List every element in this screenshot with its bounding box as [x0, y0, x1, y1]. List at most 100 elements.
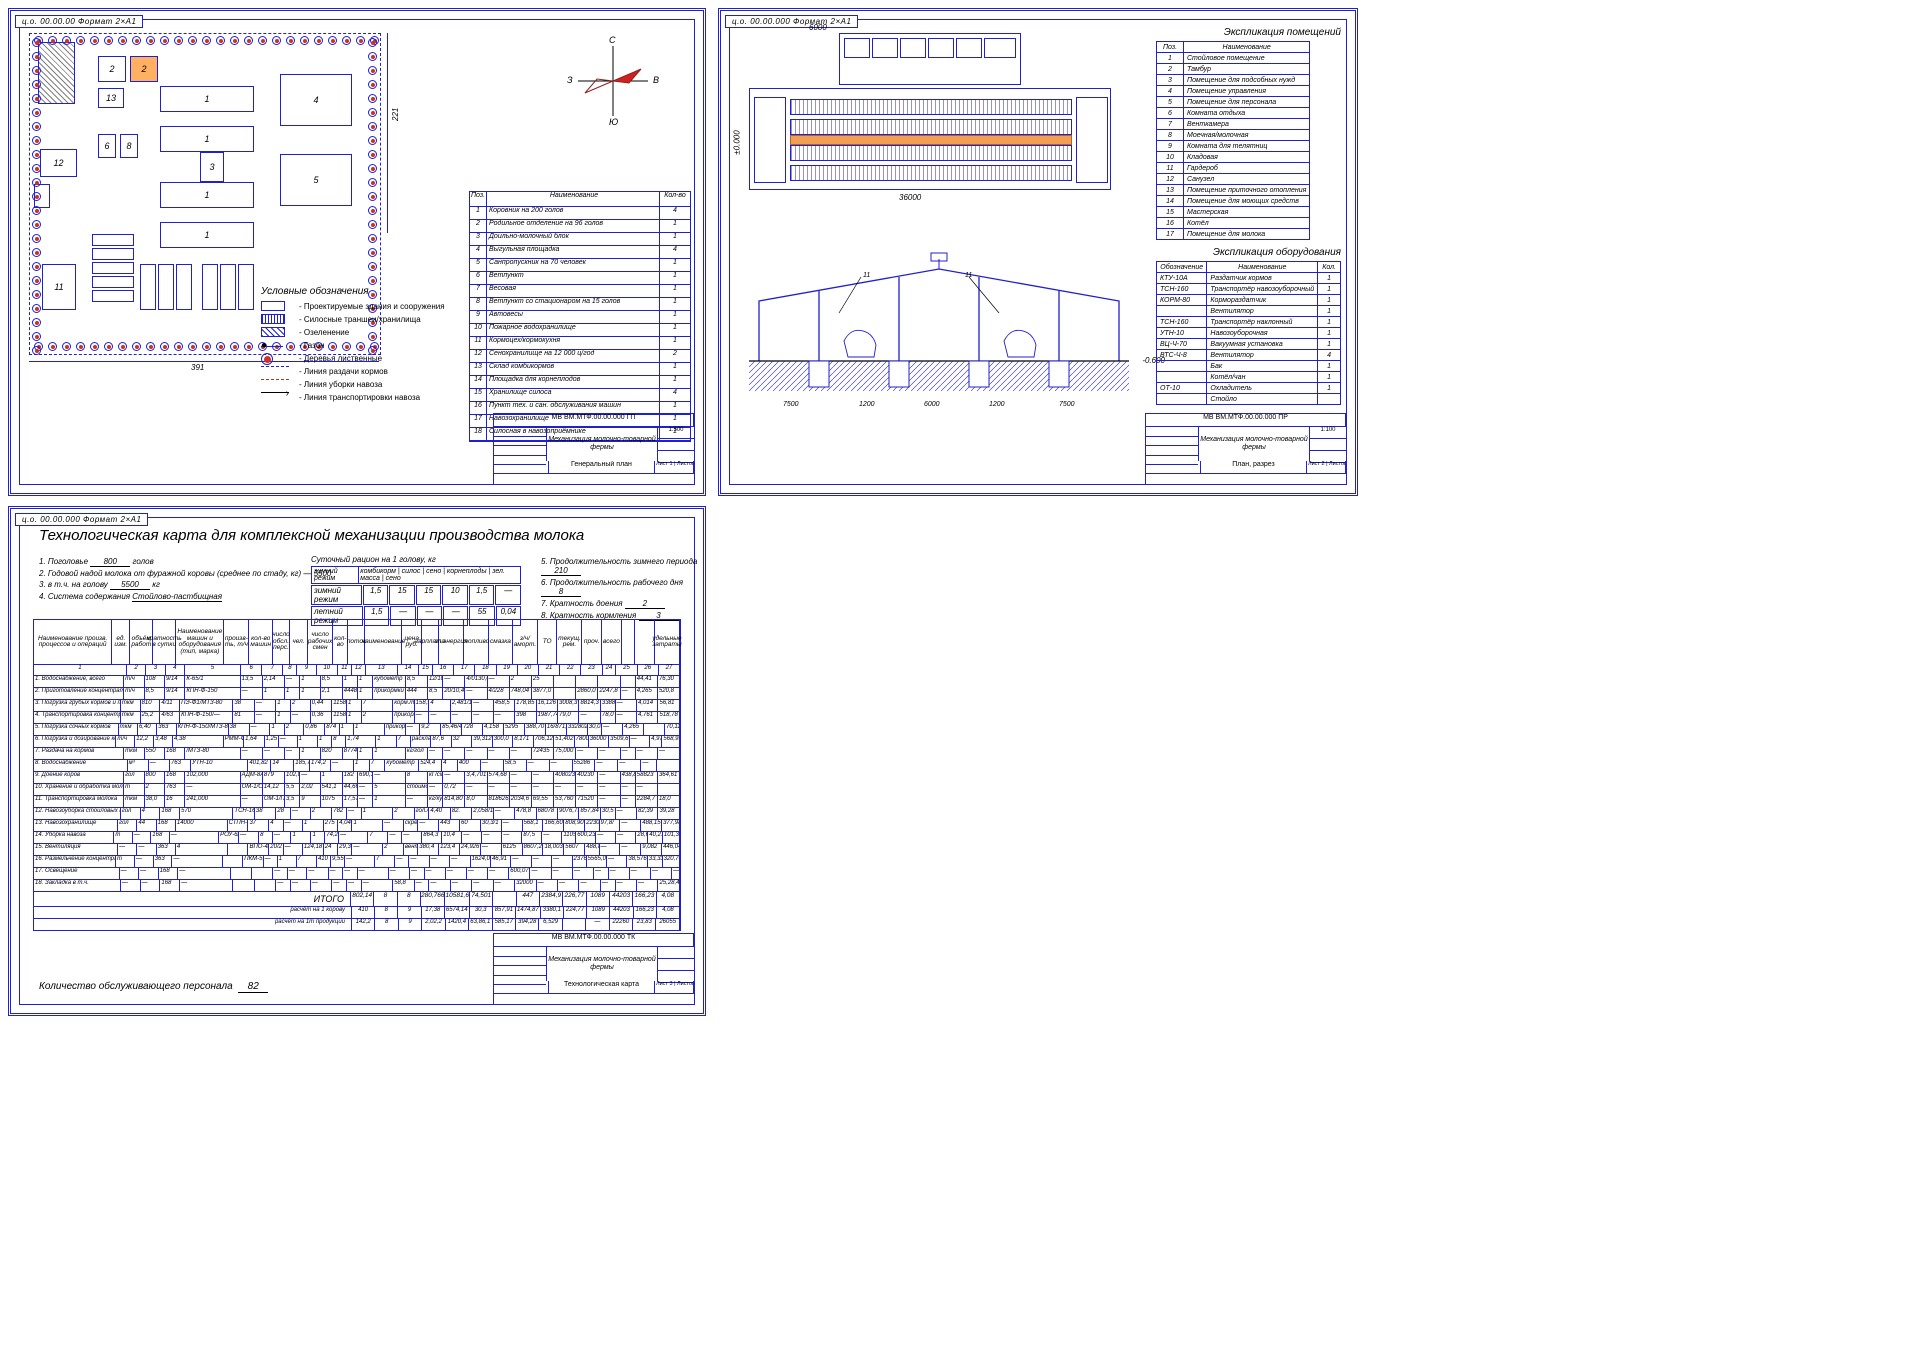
spec-row: 8Ветпункт со стационаром на 15 голов1 [470, 298, 690, 311]
tree-icon [174, 36, 183, 45]
legend-symbol: ● [261, 340, 293, 350]
col-num: 25 [616, 665, 637, 675]
silo-col-1 [140, 264, 156, 310]
total-cell: 802,14 [351, 892, 374, 906]
total-cell: 166,23 [633, 892, 656, 906]
table-row: 5. Погрузка сочных кормовткм6,40363КПН-Ф… [34, 724, 680, 736]
col-num: 3 [146, 665, 165, 675]
tree-icon [90, 36, 99, 45]
table-row: 16. Размельчение концентратовт—363—ПКМ-5… [34, 856, 680, 868]
table-row: 18. Закладка в т.ч.——168———————58,8—————… [34, 880, 680, 892]
equip-title: Экспликация оборудования [1156, 247, 1341, 258]
annex [839, 33, 1021, 85]
rooms-spec: Экспликация помещений Поз. Наименование … [1156, 27, 1341, 240]
tree-icon [32, 234, 41, 243]
col-num: 10 [317, 665, 338, 675]
tree-icon [368, 80, 377, 89]
legend-text: - Озеленение [299, 328, 349, 337]
spec-row: 4Выгульная площадка4 [470, 246, 690, 259]
table-row: 13. Навозохранилищегол4416814000СТПН-10/… [34, 820, 680, 832]
spec-row: 3Доильно-молочный блок1 [470, 233, 690, 246]
barn-2: 1 [160, 126, 254, 152]
room-row: 15Мастерская [1157, 207, 1310, 218]
col-header: смазка [489, 620, 513, 664]
stamp-a: ц.о. 00.00.00 Формат 2×А1 [15, 15, 143, 28]
tree-icon [202, 36, 211, 45]
eh-code: Обозначение [1157, 262, 1207, 273]
col-num: 22 [560, 665, 581, 675]
col-header: кратность в сутки [153, 620, 176, 664]
legend-text: - Проектируемые здания и сооружения [299, 302, 445, 311]
tree-icon [216, 342, 225, 351]
param-left: 2. Годовой надой молока от фуражной коро… [39, 569, 331, 578]
legend-symbol [261, 366, 293, 376]
col-header: ТО [538, 620, 558, 664]
col-header: число обсл. перс. [273, 620, 290, 664]
tree-icon [32, 304, 41, 313]
bldg-12: 12 [40, 149, 77, 177]
table-row: 9. Доение коровгол800168102,000АДМ-8А879… [34, 772, 680, 784]
tree-icon [188, 36, 197, 45]
tree-icon [174, 342, 183, 351]
silo-col-2 [158, 264, 174, 310]
col-num: 8 [283, 665, 297, 675]
tree-icon [160, 342, 169, 351]
silo-row-3 [92, 262, 134, 274]
spec-row: 7Весовая1 [470, 285, 690, 298]
col-header: з/ч/аморт. [513, 620, 538, 664]
tree-icon [368, 262, 377, 271]
tb-scale-a: 1:500 [658, 427, 694, 439]
params-right: 5. Продолжительность зимнего периода 210… [541, 555, 703, 623]
col-num: 4 [166, 665, 185, 675]
tree-icon [328, 36, 337, 45]
compass-s: Ю [609, 117, 618, 127]
room-a3 [900, 38, 926, 58]
bldg-8: 8 [120, 134, 138, 158]
col-header: число рабочих смен [308, 620, 333, 664]
room-row: 11Гардероб [1157, 163, 1310, 174]
compass-w: З [567, 75, 573, 85]
tree-icon [32, 276, 41, 285]
tree-icon [146, 36, 155, 45]
table-row: 8. Водоснабжением³—763УТН-10401,8214185,… [34, 760, 680, 772]
tambur-right [1076, 97, 1108, 183]
tree-icon [32, 178, 41, 187]
legend-symbol [261, 353, 293, 363]
table-row: 15. Вентиляция——3634ВПО-4/ВП-Ф-4М/020/2—… [34, 844, 680, 856]
params-left: 1. Поголовье 800 голов 2. Годовой надой … [39, 555, 331, 604]
room-row: 2Тамбур [1157, 64, 1310, 75]
room-row: 4Помещение управления [1157, 86, 1310, 97]
compass-e: В [653, 75, 659, 85]
spec-row: 6Ветпункт1 [470, 272, 690, 285]
legend-text: - Газон [299, 341, 325, 350]
tree-icon [32, 220, 41, 229]
tb-title-b: Механизация молочно-товарной фермы [1199, 436, 1309, 451]
legend-text: - Силосные траншеи/хранилища [299, 315, 421, 324]
tree-icon [368, 122, 377, 131]
spec-row: 12Сенохранилище на 12 000 ц/год2 [470, 350, 690, 363]
bldg-13: 13 [98, 88, 124, 108]
tree-icon [132, 36, 141, 45]
overall-len: 36000 [899, 193, 921, 202]
shift-title: Суточный рацион на 1 голову, кг [311, 555, 521, 564]
table-row: 4. Транспортировка концентратовткм25,24/… [34, 712, 680, 724]
hd-qty: Кол-во [660, 192, 690, 206]
total-cell: 8 [398, 892, 421, 906]
stall-row-2 [790, 119, 1072, 135]
tree-icon [32, 206, 41, 215]
tree-icon [32, 150, 41, 159]
tree-icon [32, 136, 41, 145]
bldg-14 [38, 42, 75, 104]
titleblock-c: МВ ВМ.МТФ.00.00.000 ТК Механизация молоч… [493, 933, 695, 1005]
col-num: 20 [518, 665, 539, 675]
barn-3: 1 [160, 182, 254, 208]
tree-icon [118, 342, 127, 351]
tree-icon [32, 346, 41, 355]
room-a5 [956, 38, 982, 58]
tree-icon [32, 164, 41, 173]
tree-icon [32, 94, 41, 103]
tree-icon [368, 52, 377, 61]
param-left: 4. Система содержания Стойлово-пастбищна… [39, 592, 331, 602]
room-row: 16Котёл [1157, 218, 1310, 229]
spec-row: 13Склад комбикормов1 [470, 363, 690, 376]
